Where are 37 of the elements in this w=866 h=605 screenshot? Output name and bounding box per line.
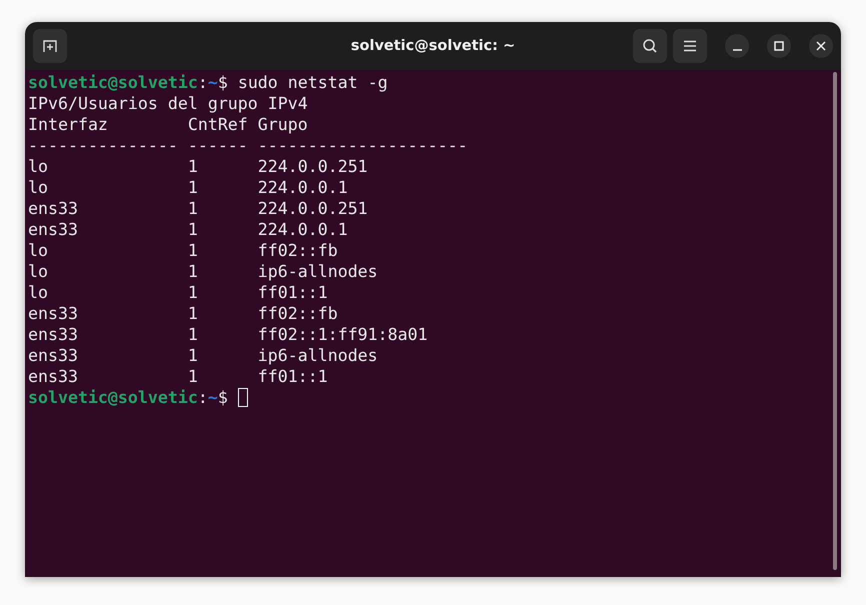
menu-icon: [683, 40, 697, 52]
minimize-button[interactable]: [725, 34, 749, 58]
close-icon: [816, 41, 826, 51]
output-line: ens33 1 ip6-allnodes: [28, 346, 378, 365]
output-line: ens33 1 224.0.0.1: [28, 220, 348, 239]
output-line: Interfaz CntRef Grupo: [28, 115, 308, 134]
command-text: sudo netstat -g: [238, 73, 388, 92]
output-line: --------------- ------ ---------------------: [28, 136, 468, 155]
output-line: ens33 1 ff01::1: [28, 367, 328, 386]
output-line: ens33 1 ff02::1:ff91:8a01: [28, 325, 428, 344]
prompt-user: solvetic@solvetic: [28, 73, 198, 92]
close-button[interactable]: [809, 34, 833, 58]
output-line: ens33 1 ff02::fb: [28, 304, 338, 323]
prompt-symbol: $: [218, 73, 228, 92]
menu-button[interactable]: [673, 29, 707, 63]
prompt-separator: :: [198, 388, 208, 407]
output-line: IPv6/Usuarios del grupo IPv4: [28, 94, 308, 113]
maximize-icon: [774, 41, 784, 51]
minimize-icon: [732, 48, 742, 50]
prompt-symbol: $: [218, 388, 228, 407]
output-line: lo 1 224.0.0.251: [28, 157, 368, 176]
prompt-separator: :: [198, 73, 208, 92]
scrollbar[interactable]: [833, 72, 837, 570]
prompt-path: ~: [208, 388, 218, 407]
prompt-user: solvetic@solvetic: [28, 388, 198, 407]
output-line: ens33 1 224.0.0.251: [28, 199, 368, 218]
search-button[interactable]: [633, 29, 667, 63]
output-line: lo 1 ff01::1: [28, 283, 328, 302]
new-tab-icon: [42, 38, 58, 54]
maximize-button[interactable]: [767, 34, 791, 58]
search-icon: [642, 38, 658, 54]
output-line: lo 1 ip6-allnodes: [28, 262, 378, 281]
output-line: lo 1 ff02::fb: [28, 241, 338, 260]
window-title: solvetic@solvetic: ~: [350, 38, 516, 54]
new-tab-button[interactable]: [33, 29, 67, 63]
prompt-path: ~: [208, 73, 218, 92]
output-line: lo 1 224.0.0.1: [28, 178, 348, 197]
